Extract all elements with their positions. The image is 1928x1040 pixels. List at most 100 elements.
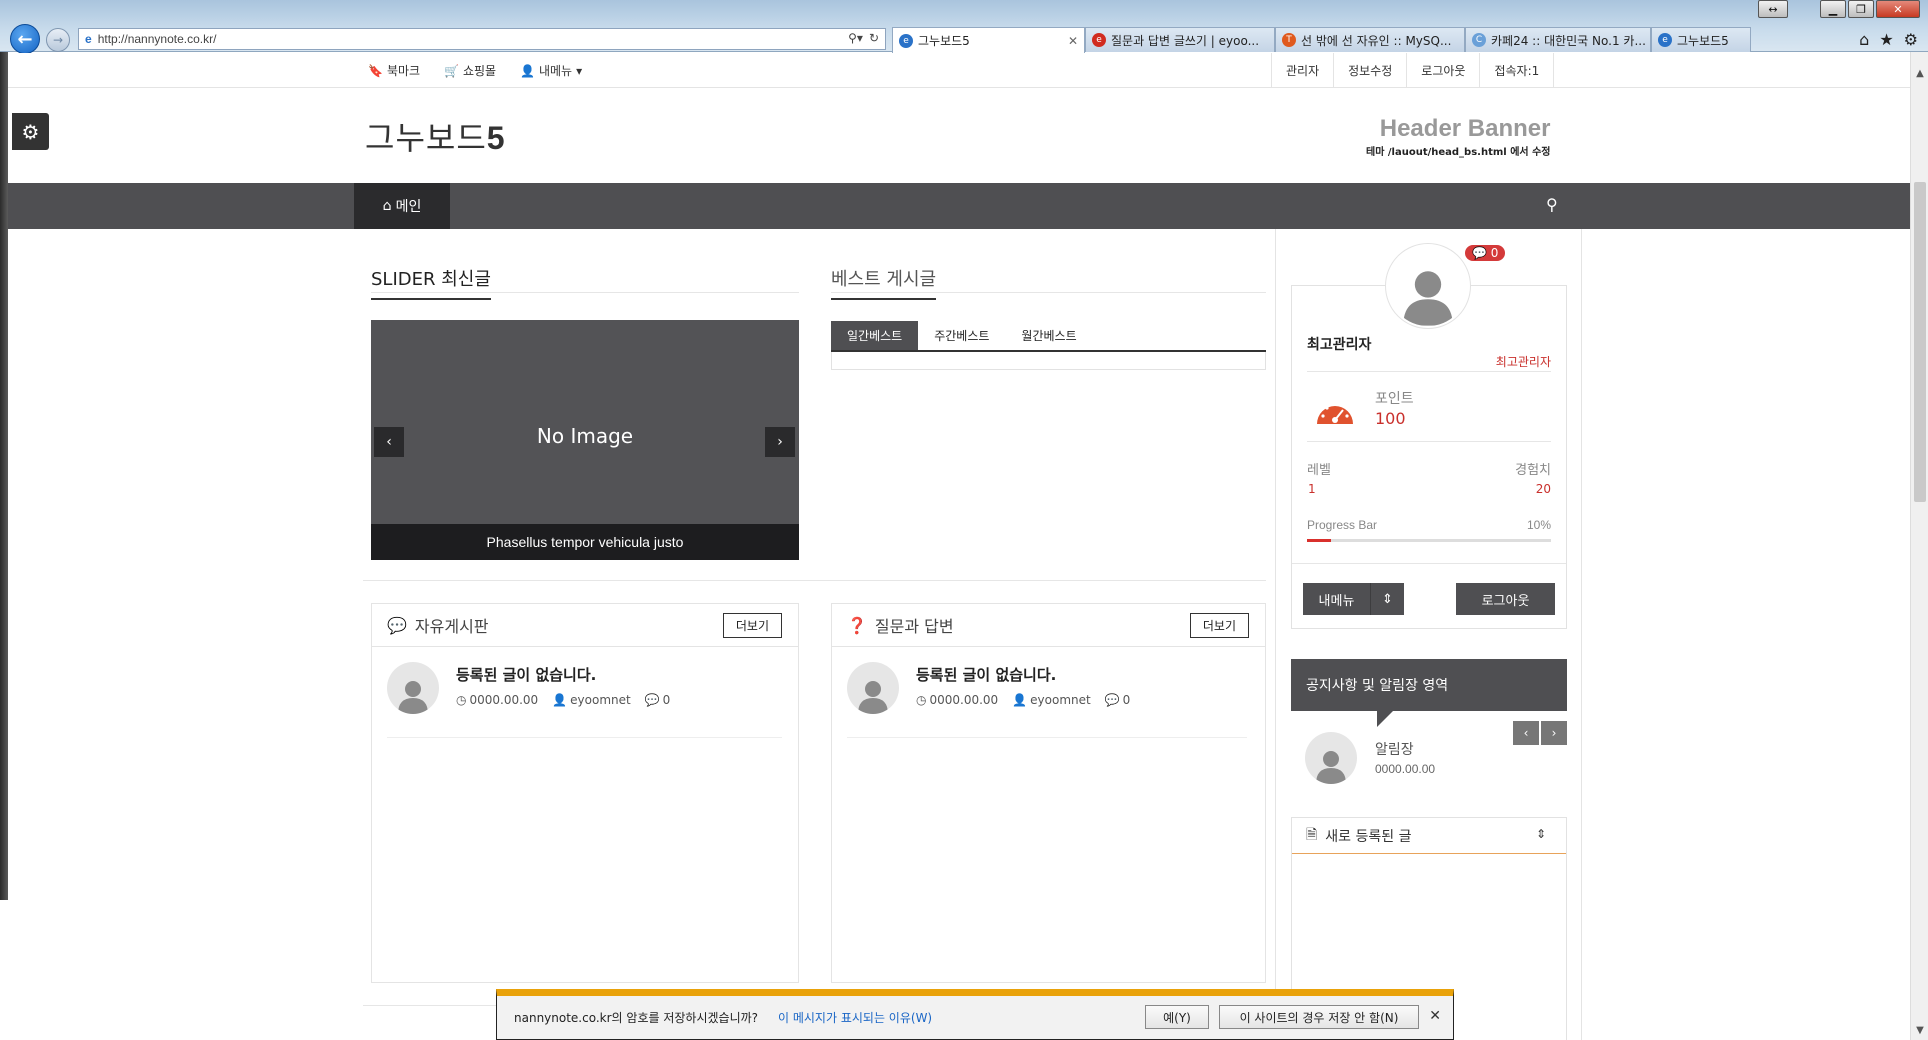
profile-name: 최고관리자 <box>1307 337 1372 353</box>
notice-next-icon[interactable]: › <box>1541 721 1567 745</box>
more-button[interactable]: 더보기 <box>1189 613 1249 638</box>
mymenu-button[interactable]: 내메뉴 ⇕ <box>1303 583 1404 615</box>
post-date: ◷ 0000.00.00 <box>456 693 538 707</box>
comment-icon: 💬 <box>644 693 660 707</box>
clock-icon: ◷ <box>456 693 467 707</box>
author-text: eyoomnet <box>1030 693 1091 707</box>
browser-tab[interactable]: e 그누보드5 <box>1651 27 1751 52</box>
sort-arrows-icon[interactable]: ⇕ <box>1536 827 1546 841</box>
yes-button[interactable]: 예(Y) <box>1145 1005 1209 1029</box>
url-text: http://nannynote.co.kr/ <box>97 32 217 46</box>
browser-toolbar-right: ⌂ ★ ⚙ <box>1859 30 1918 49</box>
mymenu-dropdown[interactable]: 👤 내메뉴 ▾ <box>520 62 582 79</box>
divider <box>1292 563 1566 564</box>
list-item[interactable]: 등록된 글이 없습니다. ◷ 0000.00.00 👤 eyoomnet 💬 0 <box>387 662 782 738</box>
desktop-edge <box>0 52 8 900</box>
post-title[interactable]: 등록된 글이 없습니다. <box>916 664 1056 685</box>
maximize-icon[interactable]: ❐ <box>1848 0 1874 18</box>
tab-daily-best[interactable]: 일간베스트 <box>831 321 919 350</box>
close-icon[interactable]: ✕ <box>1429 1008 1441 1024</box>
shop-link[interactable]: 🛒 쇼핑몰 <box>444 62 496 79</box>
divider <box>1307 441 1551 442</box>
scroll-down-icon[interactable]: ▼ <box>1911 1025 1928 1036</box>
browser-tab[interactable]: e 질문과 답변 글쓰기 | eyoo... <box>1085 27 1275 52</box>
board-title: 자유게시판 <box>414 617 489 636</box>
progress-label: Progress Bar <box>1307 518 1378 532</box>
best-tabs: 일간베스트 주간베스트 월간베스트 <box>831 321 1266 352</box>
divider <box>1307 371 1551 372</box>
tab-title: 카페24 :: 대한민국 No.1 카... <box>1491 33 1646 48</box>
browser-tabs: e 그누보드5 ✕ e 질문과 답변 글쓰기 | eyoo... T 선 밖에 … <box>892 27 1751 53</box>
post-title[interactable]: 등록된 글이 없습니다. <box>456 664 596 685</box>
mymenu-label: 내메뉴 <box>538 64 573 78</box>
fullscreen-icon[interactable]: ↔ <box>1758 0 1788 18</box>
search-icon[interactable]: ⚲▾ <box>848 31 863 45</box>
admin-link[interactable]: 관리자 <box>1271 53 1333 88</box>
site-logo[interactable]: 그누보드5 <box>365 113 506 159</box>
browser-tab[interactable]: T 선 밖에 선 자유인 :: MySQ... <box>1275 27 1465 52</box>
shop-label: 쇼핑몰 <box>462 64 497 78</box>
browser-tab[interactable]: e 그누보드5 ✕ <box>892 27 1085 53</box>
forward-arrow-icon[interactable]: → <box>46 28 70 52</box>
scroll-thumb[interactable] <box>1914 182 1926 502</box>
divider <box>363 580 1266 581</box>
question-circle-icon: ❓ <box>847 615 867 635</box>
tab-monthly-best[interactable]: 월간베스트 <box>1005 321 1092 350</box>
tab-close-icon[interactable]: ✕ <box>1060 34 1078 48</box>
favorites-star-icon[interactable]: ★ <box>1879 30 1893 49</box>
list-item[interactable]: 등록된 글이 없습니다. ◷ 0000.00.00 👤 eyoomnet 💬 0 <box>847 662 1247 738</box>
top-utility-bar: 🔖 북마크 🛒 쇼핑몰 👤 내메뉴 ▾ 관리자 정보수정 로그아웃 접속자:1 <box>8 53 1910 88</box>
new-posts-title: 새로 등록된 글 <box>1325 828 1412 845</box>
slider-next-icon[interactable]: › <box>765 427 795 457</box>
notice-header: 공지사항 및 알림장 영역 <box>1291 659 1567 711</box>
settings-gear-icon[interactable]: ⚙ <box>1904 30 1918 49</box>
user-silhouette-icon <box>1316 751 1346 784</box>
bookmark-link[interactable]: 🔖 북마크 <box>368 62 420 79</box>
best-tab-panel <box>831 352 1266 370</box>
message-count: 0 <box>1490 246 1499 260</box>
why-link[interactable]: 이 메시지가 표시되는 이유(W) <box>778 1009 932 1026</box>
browser-tab[interactable]: C 카페24 :: 대한민국 No.1 카... <box>1465 27 1651 52</box>
notice-item-title[interactable]: 알림장 <box>1375 739 1414 759</box>
qna-board-widget: ❓ 질문과 답변 더보기 등록된 글이 없습니다. ◷ 0000.00.00 👤 e… <box>831 603 1266 983</box>
tab-title: 그누보드5 <box>918 34 970 48</box>
avatar <box>1305 732 1357 784</box>
caret-down-icon: ▾ <box>576 63 583 78</box>
never-save-button[interactable]: 이 사이트의 경우 저장 안 함(N) <box>1219 1005 1419 1029</box>
header-banner: Header Banner 테마 /lauout/head_bs.html 에서… <box>1366 115 1550 158</box>
profile-avatar[interactable] <box>1385 243 1471 329</box>
minimize-icon[interactable]: ▁ <box>1820 0 1846 18</box>
banner-subtitle: 테마 /lauout/head_bs.html 에서 수정 <box>1366 147 1551 158</box>
logout-link[interactable]: 로그아웃 <box>1406 53 1479 88</box>
home-icon[interactable]: ⌂ <box>1859 30 1869 49</box>
page-scrollbar[interactable]: ▲ ▼ <box>1910 52 1928 1040</box>
theme-settings-gear-icon[interactable]: ⚙ <box>12 113 49 150</box>
address-bar[interactable]: e http://nannynote.co.kr/ ⚲▾ ↻ <box>78 28 886 50</box>
progress-bar <box>1307 539 1551 542</box>
tab-weekly-best[interactable]: 주간베스트 <box>918 321 1005 350</box>
avatar <box>847 662 899 714</box>
logout-button[interactable]: 로그아웃 <box>1456 583 1555 615</box>
slider-prev-icon[interactable]: ‹ <box>374 427 404 457</box>
search-icon[interactable]: ⚲ <box>1546 195 1558 214</box>
visitor-count[interactable]: 접속자:1 <box>1479 53 1555 88</box>
user-silhouette-icon <box>858 681 888 714</box>
logo-number: 5 <box>486 120 506 156</box>
more-button[interactable]: 더보기 <box>722 613 782 638</box>
point-value: 100 <box>1375 409 1406 428</box>
refresh-icon[interactable]: ↻ <box>869 31 879 45</box>
board-title: 질문과 답변 <box>874 617 954 636</box>
window-close-icon[interactable]: ✕ <box>1876 0 1920 18</box>
notice-prev-icon[interactable]: ‹ <box>1513 721 1539 745</box>
edit-profile-link[interactable]: 정보수정 <box>1333 53 1406 88</box>
logo-text: 그누보드 <box>365 119 487 157</box>
point-label: 포인트 <box>1375 391 1414 407</box>
message-badge[interactable]: 💬 0 <box>1465 245 1506 261</box>
home-icon: ⌂ <box>382 198 392 214</box>
tistory-tab-icon: T <box>1282 33 1296 47</box>
nav-home[interactable]: ⌂ 메인 <box>354 183 450 229</box>
post-comments: 💬 0 <box>1105 693 1131 707</box>
scroll-up-icon[interactable]: ▲ <box>1911 68 1928 79</box>
back-arrow-icon[interactable]: ← <box>10 24 40 54</box>
new-posts-header[interactable]: 🗎 새로 등록된 글 <box>1292 818 1566 854</box>
